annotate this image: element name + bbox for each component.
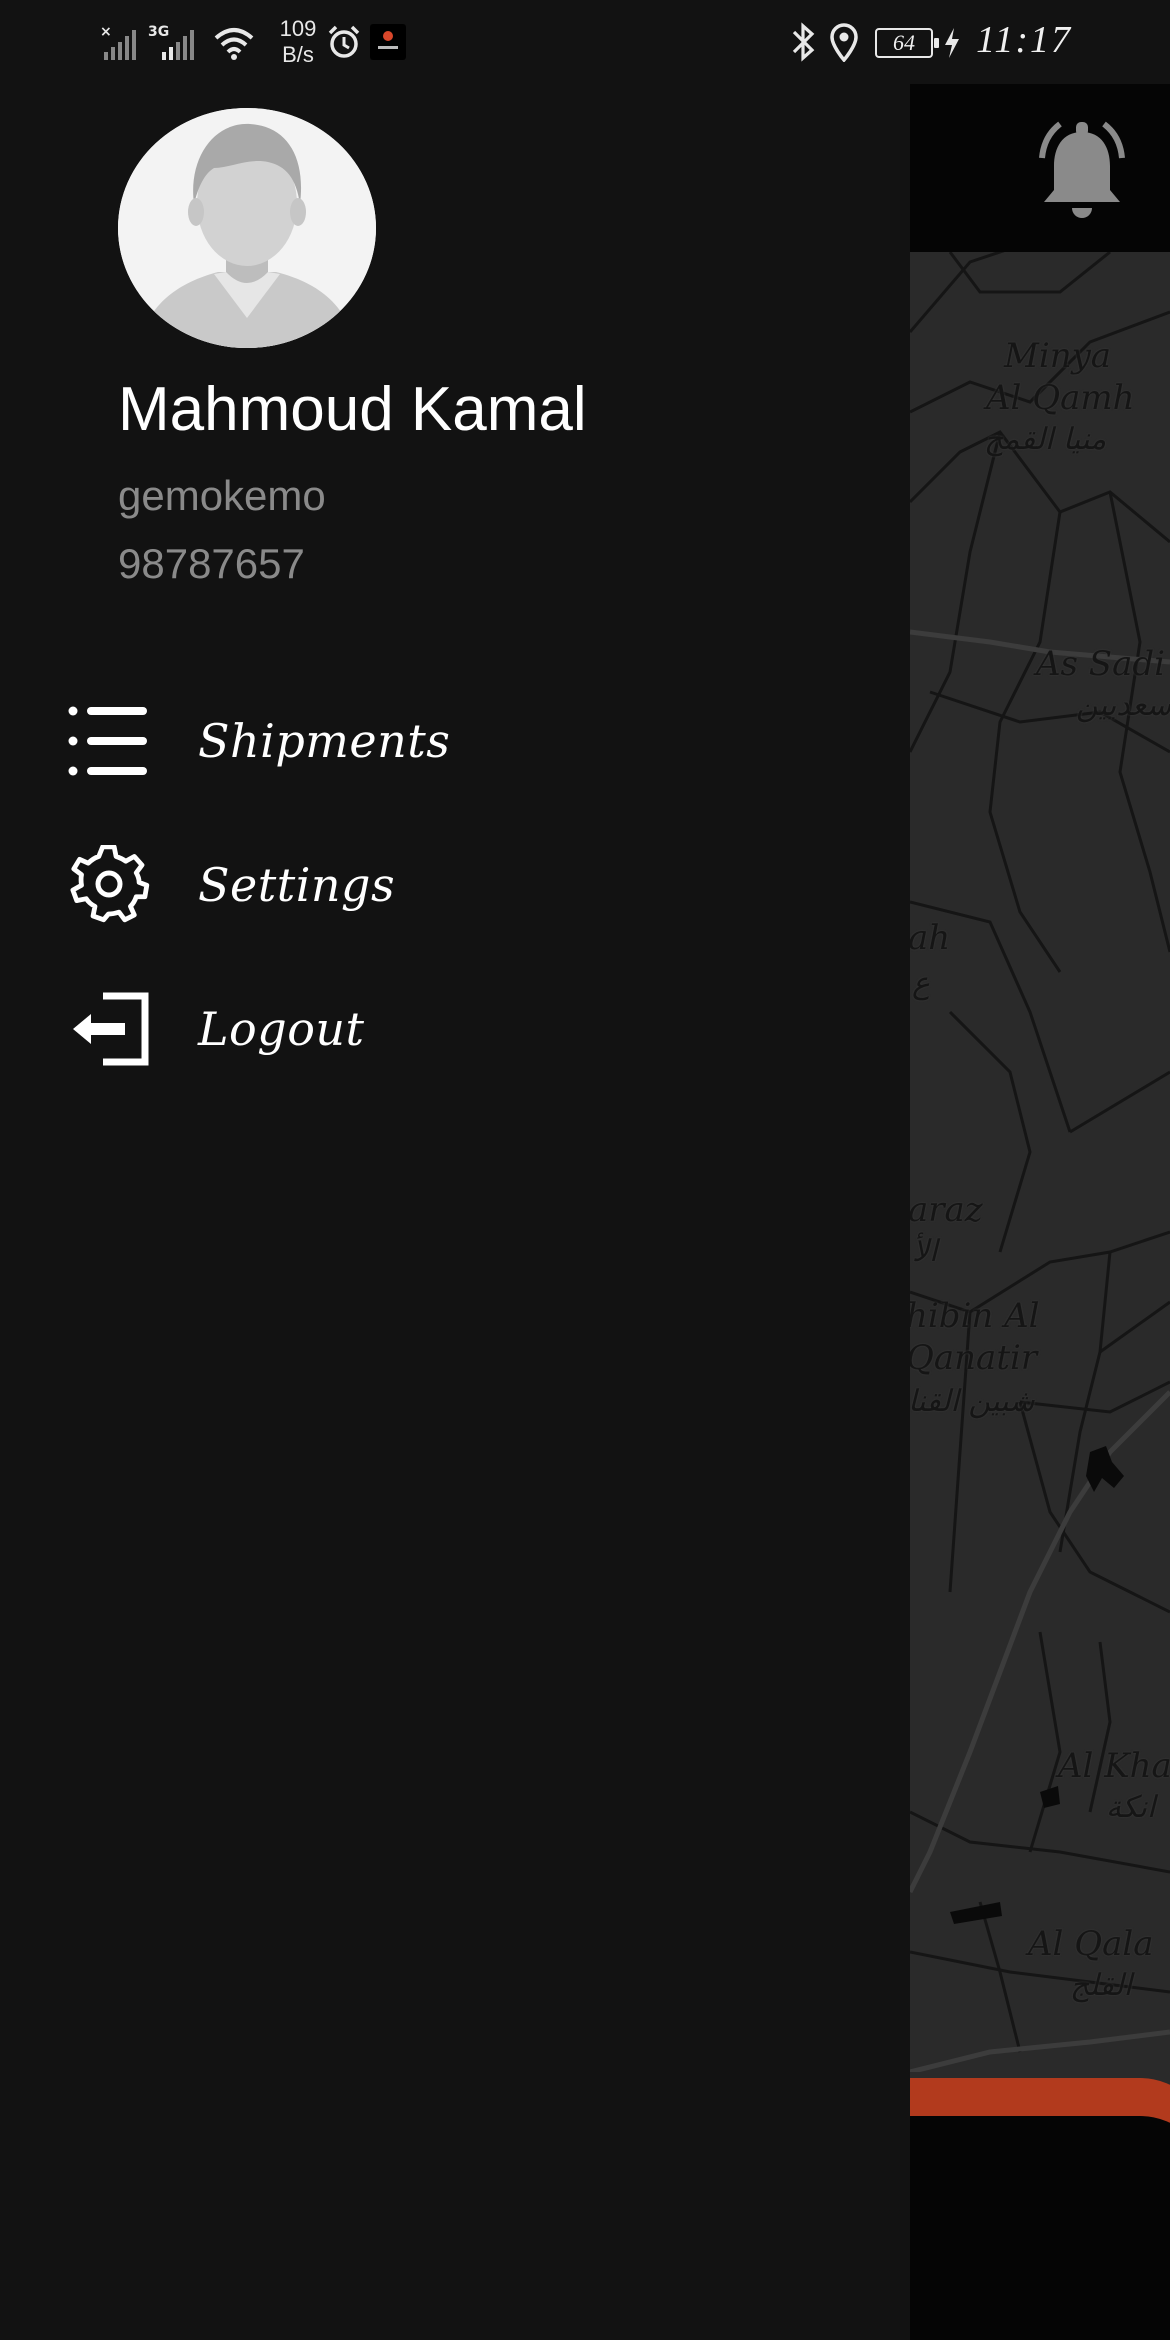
- map-label: araz: [910, 1190, 983, 1230]
- map-label: انكة: [1106, 1790, 1156, 1825]
- menu-item-shipments[interactable]: Shipments: [60, 686, 820, 796]
- alarm-icon: [328, 25, 360, 58]
- list-icon: [60, 696, 160, 786]
- map-label: الأ: [912, 1234, 938, 1269]
- charging-icon: [945, 28, 959, 58]
- location-icon: [830, 23, 858, 62]
- map-label: Al Qamh: [986, 378, 1135, 418]
- user-login: gemokemo: [118, 472, 326, 519]
- map-panel: Minya Al Qamh منيا القمح As Sadi سعديين …: [910, 0, 1170, 2340]
- map-label: شبين القنا: [910, 1384, 1035, 1419]
- person-avatar-icon[interactable]: [118, 108, 376, 348]
- map-label: ع: [912, 966, 930, 1001]
- battery-icon: 64: [875, 28, 939, 58]
- signal-3g-icon: 3G: [148, 24, 194, 60]
- signal-x-icon: ×: [100, 24, 136, 60]
- bottom-sheet[interactable]: [910, 2116, 1170, 2340]
- notification-bell-icon[interactable]: [1032, 118, 1132, 228]
- map-label: ah: [910, 918, 951, 958]
- menu-label-shipments: Shipments: [198, 714, 451, 768]
- menu-item-settings[interactable]: Settings: [60, 830, 820, 940]
- menu-item-logout[interactable]: Logout: [60, 974, 820, 1084]
- user-name: Mahmoud Kamal: [118, 375, 587, 444]
- user-phone: 98787657: [118, 540, 305, 587]
- status-bar: × 3G 109 B/s 64 11:17: [0, 0, 1170, 84]
- network-speed: 109 B/s: [279, 16, 317, 67]
- map-label: As Sadi: [1036, 644, 1166, 684]
- bluetooth-icon: [792, 22, 815, 62]
- map-label: Al Kha: [1058, 1746, 1170, 1786]
- map-label: Minya: [1004, 336, 1112, 376]
- clock: 11:17: [976, 19, 1072, 61]
- wifi-icon: [214, 28, 254, 60]
- menu-label-logout: Logout: [198, 1002, 365, 1056]
- map-label: Qanatir: [910, 1338, 1038, 1378]
- logout-icon: [60, 984, 160, 1074]
- map-label: القلج: [1070, 1968, 1132, 2003]
- map-label: Al Qala: [1028, 1924, 1154, 1964]
- svg-text:×: ×: [100, 24, 112, 40]
- svg-text:3G: 3G: [148, 24, 169, 40]
- menu-label-settings: Settings: [198, 858, 396, 912]
- navigation-drawer: Mahmoud Kamal gemokemo 98787657 Shipment…: [0, 84, 910, 2340]
- gear-icon: [60, 840, 160, 930]
- app-notification-icon: [370, 24, 406, 60]
- map-label: hibin Al: [910, 1296, 1040, 1336]
- map-label: سعديين: [1076, 688, 1170, 723]
- app-screen: × 3G 109 B/s 64 11:17 Minya Al Qamh منيا…: [0, 0, 1170, 2340]
- map-label: منيا القمح: [984, 422, 1107, 457]
